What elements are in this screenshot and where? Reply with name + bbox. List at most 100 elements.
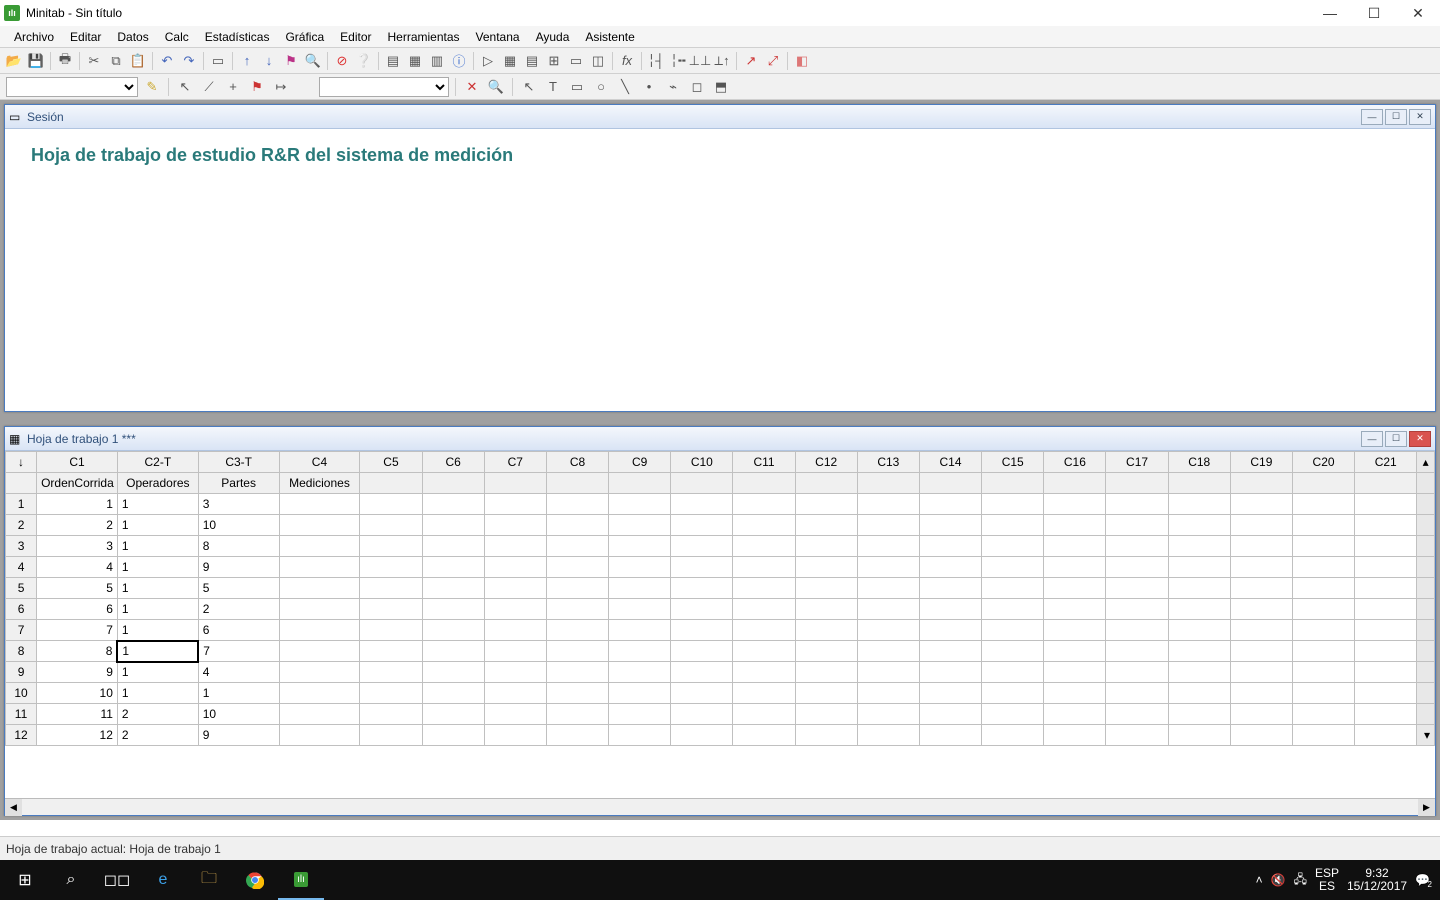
cell[interactable] bbox=[279, 557, 360, 578]
cell[interactable] bbox=[1355, 515, 1417, 536]
cell[interactable] bbox=[982, 620, 1044, 641]
cell[interactable] bbox=[609, 704, 671, 725]
open-icon[interactable]: 📂 bbox=[4, 51, 24, 71]
cell[interactable] bbox=[1044, 557, 1106, 578]
cell[interactable]: 12 bbox=[37, 725, 118, 746]
cell[interactable]: 1 bbox=[117, 494, 198, 515]
cell[interactable]: 2 bbox=[117, 725, 198, 746]
col-name[interactable]: Partes bbox=[198, 473, 279, 494]
cell[interactable]: 4 bbox=[37, 557, 118, 578]
worksheet-maximize[interactable]: ☐ bbox=[1385, 431, 1407, 447]
cell[interactable] bbox=[857, 494, 919, 515]
cell[interactable] bbox=[982, 494, 1044, 515]
session-window-icon[interactable]: ▤ bbox=[383, 51, 403, 71]
stats3-icon[interactable]: ⊥⊥ bbox=[690, 51, 710, 71]
cell[interactable]: 7 bbox=[37, 620, 118, 641]
cell[interactable] bbox=[795, 683, 857, 704]
vscroll-track[interactable] bbox=[1417, 599, 1435, 620]
col-header[interactable]: C15 bbox=[982, 452, 1044, 473]
cell[interactable] bbox=[1168, 515, 1230, 536]
cell[interactable] bbox=[422, 515, 484, 536]
cell[interactable]: 4 bbox=[198, 662, 279, 683]
cell[interactable] bbox=[919, 641, 981, 662]
cell[interactable] bbox=[546, 662, 608, 683]
row-header[interactable]: 5 bbox=[6, 578, 37, 599]
cell[interactable]: 1 bbox=[117, 515, 198, 536]
cell[interactable] bbox=[982, 557, 1044, 578]
cell[interactable] bbox=[609, 536, 671, 557]
redo-icon[interactable]: ↷ bbox=[179, 51, 199, 71]
cell[interactable] bbox=[279, 494, 360, 515]
cell[interactable] bbox=[982, 725, 1044, 746]
brush-icon[interactable]: ✎ bbox=[142, 77, 162, 97]
chart-icon[interactable]: ▤ bbox=[522, 51, 542, 71]
cell[interactable] bbox=[484, 620, 546, 641]
cell[interactable] bbox=[609, 515, 671, 536]
cell[interactable] bbox=[360, 536, 422, 557]
cell[interactable] bbox=[671, 578, 733, 599]
cell[interactable] bbox=[1292, 704, 1354, 725]
worksheet-grid[interactable]: ↓C1C2-TC3-TC4C5C6C7C8C9C10C11C12C13C14C1… bbox=[5, 451, 1435, 798]
cell[interactable] bbox=[1292, 683, 1354, 704]
cell[interactable]: 1 bbox=[117, 599, 198, 620]
cell[interactable] bbox=[1230, 683, 1292, 704]
cell[interactable] bbox=[733, 620, 795, 641]
cell[interactable] bbox=[279, 536, 360, 557]
cell[interactable] bbox=[484, 599, 546, 620]
cell[interactable] bbox=[1044, 578, 1106, 599]
cell[interactable] bbox=[982, 662, 1044, 683]
cell[interactable] bbox=[360, 494, 422, 515]
cell[interactable] bbox=[1106, 683, 1168, 704]
cell[interactable] bbox=[1355, 557, 1417, 578]
minimize-button[interactable]: — bbox=[1308, 0, 1352, 26]
cell[interactable] bbox=[795, 704, 857, 725]
cell[interactable] bbox=[1168, 578, 1230, 599]
stats4-icon[interactable]: ⟂↑ bbox=[712, 51, 732, 71]
cell[interactable] bbox=[733, 599, 795, 620]
cell[interactable] bbox=[1168, 641, 1230, 662]
insert-icon[interactable]: ↦ bbox=[271, 77, 291, 97]
cell[interactable] bbox=[1106, 620, 1168, 641]
cell[interactable] bbox=[733, 662, 795, 683]
fx-icon[interactable]: fx bbox=[617, 51, 637, 71]
cell[interactable] bbox=[1230, 641, 1292, 662]
cell[interactable] bbox=[1230, 662, 1292, 683]
cell[interactable]: 6 bbox=[37, 599, 118, 620]
cell[interactable] bbox=[1292, 599, 1354, 620]
col-header[interactable]: C6 bbox=[422, 452, 484, 473]
grid-icon[interactable]: ⊞ bbox=[544, 51, 564, 71]
cell[interactable]: 2 bbox=[198, 599, 279, 620]
cell[interactable] bbox=[422, 704, 484, 725]
col-name[interactable] bbox=[1355, 473, 1417, 494]
maximize-button[interactable]: ☐ bbox=[1352, 0, 1396, 26]
line-tool-icon[interactable]: ╲ bbox=[615, 77, 635, 97]
cell[interactable] bbox=[546, 599, 608, 620]
cell[interactable] bbox=[1355, 641, 1417, 662]
cell[interactable]: 1 bbox=[37, 494, 118, 515]
cell[interactable] bbox=[1230, 494, 1292, 515]
cell[interactable]: 8 bbox=[198, 536, 279, 557]
delete-x-icon[interactable]: ✕ bbox=[462, 77, 482, 97]
cell[interactable] bbox=[1355, 494, 1417, 515]
info-icon[interactable]: ⓘ bbox=[449, 51, 469, 71]
tray-volume-icon[interactable]: 🔇 bbox=[1271, 873, 1286, 887]
row-header[interactable]: 1 bbox=[6, 494, 37, 515]
cell[interactable] bbox=[1168, 620, 1230, 641]
cell[interactable] bbox=[671, 599, 733, 620]
cell[interactable] bbox=[360, 599, 422, 620]
plus-icon[interactable]: + bbox=[223, 77, 243, 97]
cell[interactable] bbox=[609, 662, 671, 683]
cell[interactable] bbox=[1292, 620, 1354, 641]
cell[interactable] bbox=[795, 515, 857, 536]
text-tool-icon[interactable]: T bbox=[543, 77, 563, 97]
cell[interactable]: 1 bbox=[117, 578, 198, 599]
cell[interactable] bbox=[1044, 641, 1106, 662]
cell[interactable] bbox=[546, 704, 608, 725]
vscroll-track[interactable] bbox=[1417, 662, 1435, 683]
cell[interactable] bbox=[671, 641, 733, 662]
cell[interactable] bbox=[546, 683, 608, 704]
menu-ayuda[interactable]: Ayuda bbox=[528, 28, 578, 46]
row-header[interactable]: 11 bbox=[6, 704, 37, 725]
cell[interactable]: 11 bbox=[37, 704, 118, 725]
pointer-icon[interactable]: ↖ bbox=[175, 77, 195, 97]
